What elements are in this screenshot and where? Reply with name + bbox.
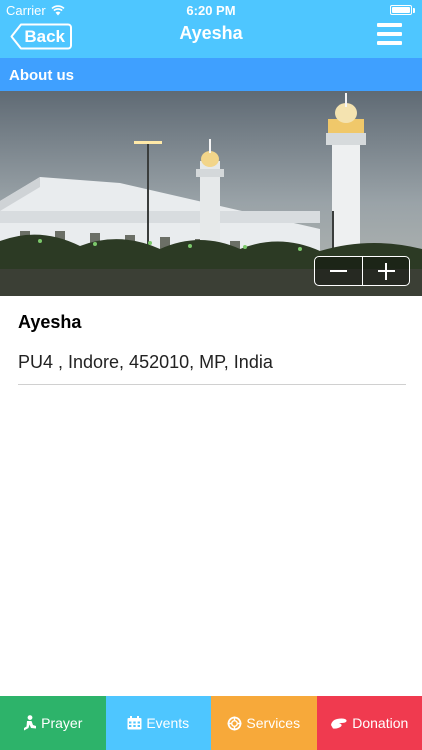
header: Carrier 6:20 PM Back Ayesha: [0, 0, 422, 58]
menu-icon[interactable]: [377, 23, 402, 46]
place-name: Ayesha: [18, 312, 82, 332]
nav-bar: Back Ayesha: [0, 20, 422, 58]
tab-events[interactable]: Events: [105, 696, 211, 750]
tab-label: Events: [146, 715, 190, 731]
donation-icon: [331, 718, 347, 729]
mosque-photo: [0, 91, 422, 296]
tab-prayer[interactable]: Prayer: [0, 696, 106, 750]
calendar-icon: [127, 716, 142, 730]
status-time: 6:20 PM: [186, 3, 236, 18]
battery-icon: [390, 5, 415, 15]
zoom-controls: [314, 256, 410, 286]
minus-icon: [330, 270, 347, 272]
zoom-out-button[interactable]: [315, 257, 362, 285]
place-address: PU4 , Indore, 452010, MP, India: [18, 352, 273, 372]
tab-label: Services: [246, 715, 301, 731]
tab-services[interactable]: Services: [211, 696, 317, 750]
section-title: About us: [0, 58, 422, 91]
status-bar: Carrier 6:20 PM: [0, 0, 422, 20]
tab-donation[interactable]: Donation: [316, 696, 422, 750]
tab-label: Prayer: [41, 715, 83, 731]
zoom-in-button[interactable]: [361, 257, 410, 285]
divider: [18, 384, 406, 385]
services-icon: [227, 716, 242, 730]
tab-label: Donation: [352, 715, 409, 731]
tab-bar: Prayer Events Services Donation: [0, 696, 422, 750]
nav-title: Ayesha: [179, 23, 243, 43]
prayer-icon: [24, 715, 37, 731]
